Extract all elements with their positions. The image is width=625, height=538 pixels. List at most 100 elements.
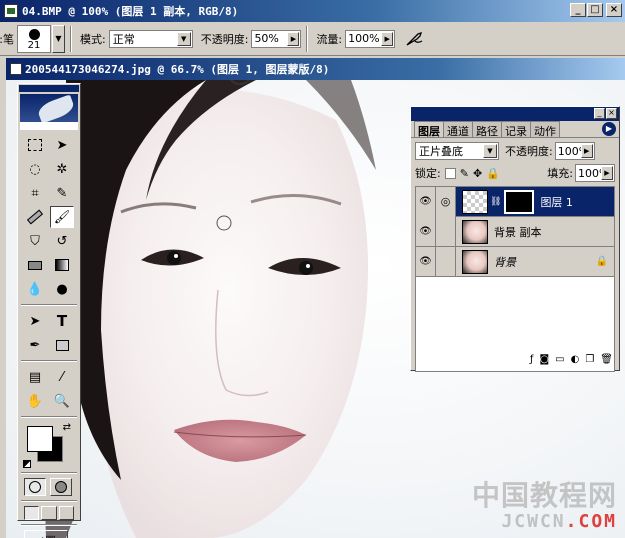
toolbox-title-bar[interactable] [19, 85, 79, 92]
document-title-bar: 20054417304627​4.jpg @ 66.7% (图层 1, 图层蒙版… [6, 58, 625, 80]
move-tool[interactable]: ➤ [50, 134, 74, 156]
palette-minimize-button[interactable]: _ [594, 108, 605, 119]
slice-tool[interactable]: ✎ [50, 182, 74, 204]
palette-title-bar[interactable]: _ × [411, 107, 619, 121]
layer-style-icon[interactable]: ƒ [530, 354, 534, 368]
stamp-icon: ⛉ [30, 233, 40, 249]
gradient-tool[interactable] [50, 254, 74, 276]
brush-tool[interactable]: 🖌 [50, 206, 74, 228]
type-tool[interactable]: T [50, 310, 74, 332]
maximize-button[interactable]: □ [587, 3, 603, 17]
palette-close-button[interactable]: × [606, 108, 617, 119]
new-layer-icon[interactable]: ❐ [585, 354, 594, 368]
pen-tool[interactable]: ✒ [23, 334, 47, 356]
jump-to-imageready-button[interactable]: ⇨▣ [24, 530, 68, 538]
swap-colors-icon[interactable]: ⇄ [63, 422, 71, 433]
airbrush-toggle[interactable] [403, 27, 427, 51]
lasso-tool[interactable]: ◌ [23, 158, 47, 180]
tab-layers[interactable]: 图层 [414, 121, 444, 138]
tab-paths[interactable]: 路径 [472, 121, 502, 138]
crop-tool[interactable]: ⌗ [23, 182, 47, 204]
flow-field[interactable]: 100% ▶ [345, 29, 396, 48]
lock-move-icon[interactable]: ✥ [473, 167, 482, 180]
mask-link-icon[interactable]: ◎ [436, 187, 456, 217]
tab-actions[interactable]: 动作 [530, 121, 560, 138]
document-icon [10, 63, 22, 75]
lock-label: 锁定: [415, 167, 441, 180]
history-brush-tool[interactable]: ↺ [50, 230, 74, 252]
default-colors-icon[interactable] [23, 460, 31, 468]
close-button[interactable]: × [606, 3, 622, 17]
add-mask-icon[interactable]: ◙ [539, 354, 549, 368]
eraser-tool[interactable] [23, 254, 47, 276]
magic-wand-tool[interactable]: ✲ [50, 158, 74, 180]
layer-row-background-copy[interactable]: 👁 背景 副本 [416, 216, 614, 247]
lock-all-icon[interactable]: 🔒 [486, 167, 500, 180]
shape-tool[interactable] [50, 334, 74, 356]
trash-icon[interactable]: 🗑 [600, 354, 613, 368]
clone-stamp-tool[interactable]: ⛉ [23, 230, 47, 252]
brush-preset-picker[interactable]: 21 [17, 24, 51, 53]
chevron-right-icon[interactable]: ▶ [287, 31, 300, 46]
chevron-right-icon[interactable]: ▶ [381, 31, 394, 46]
layer-name: 背景 副本 [494, 225, 542, 239]
foreground-color[interactable] [27, 426, 53, 452]
blur-tool[interactable]: 💧 [23, 278, 47, 300]
healing-brush-tool[interactable] [23, 206, 47, 228]
link-slot[interactable] [436, 246, 456, 277]
brush-tip-icon [29, 28, 40, 40]
separator [21, 360, 77, 362]
screen-mode-standard[interactable] [24, 506, 40, 520]
chevron-right-icon[interactable]: ▶ [601, 166, 613, 180]
chain-icon[interactable]: ⛓ [490, 197, 501, 207]
layer-opacity-field[interactable]: 100% ▶ [554, 142, 595, 160]
photoshop-logo[interactable] [20, 94, 78, 130]
layer-row-background[interactable]: 👁 背景 🔒 [416, 246, 614, 277]
eye-icon[interactable]: 👁 [416, 187, 436, 217]
dodge-tool[interactable]: ● [50, 278, 74, 300]
link-slot[interactable] [436, 216, 456, 247]
eye-icon[interactable]: 👁 [416, 216, 436, 247]
blend-mode-select[interactable]: 正片叠底 ▼ [415, 142, 499, 160]
mode-select[interactable]: 正常 ▼ [108, 29, 193, 48]
hand-tool[interactable]: ✋ [23, 390, 47, 412]
separator [21, 500, 77, 502]
lock-paint-icon[interactable]: ✎ [460, 167, 469, 180]
marquee-tool[interactable] [23, 134, 47, 156]
feather-icon [36, 94, 76, 124]
standard-mode-button[interactable] [24, 478, 46, 496]
fill-field[interactable]: 100% ▶ [575, 164, 615, 182]
notes-tool[interactable]: ▤ [23, 366, 47, 388]
lock-transparency-icon[interactable] [444, 167, 456, 179]
new-group-icon[interactable]: ▭ [555, 354, 564, 368]
type-icon: T [56, 312, 68, 330]
eyedropper-tool[interactable]: ⁄ [50, 366, 74, 388]
tab-history[interactable]: 记录 [501, 121, 531, 138]
opacity-value: 50% [254, 32, 279, 45]
path-selection-tool[interactable]: ➤ [23, 310, 47, 332]
eyedropper-icon: ⁄ [60, 369, 64, 385]
jump-to: ⇨▣ [18, 528, 80, 538]
layer-thumbnail [462, 249, 488, 274]
screen-mode-full[interactable] [58, 506, 74, 520]
screen-mode-full-menu[interactable] [41, 506, 57, 520]
eye-icon[interactable]: 👁 [416, 246, 436, 277]
adjustment-layer-icon[interactable]: ◐ [571, 354, 580, 368]
minimize-button[interactable]: _ [570, 3, 586, 17]
chevron-right-icon[interactable]: ▶ [580, 144, 593, 158]
palette-menu-button[interactable]: ▶ [602, 122, 616, 136]
layer-mask-thumbnail[interactable] [504, 189, 535, 214]
layer-row-layer-1[interactable]: 👁 ◎ ⛓ 图层 1 [416, 187, 614, 217]
quick-mask-button[interactable] [50, 478, 72, 496]
crop-icon: ⌗ [31, 185, 39, 201]
eraser-icon [28, 260, 42, 270]
app-title-bar: 04.BMP @ 100% (图层 1 副本, RGB/8) _ □ × [0, 0, 625, 22]
history-brush-icon: ↺ [56, 233, 68, 249]
blend-mode-value: 正片叠底 [419, 145, 463, 158]
tab-channels[interactable]: 通道 [443, 121, 473, 138]
opacity-field[interactable]: 50% ▶ [251, 29, 302, 48]
zoom-tool[interactable]: 🔍 [50, 390, 74, 412]
brush-dropdown-button[interactable]: ▼ [52, 24, 65, 53]
tool-grid-2: ➤ T ✒ [18, 308, 80, 358]
layer-thumbnail [462, 189, 488, 214]
